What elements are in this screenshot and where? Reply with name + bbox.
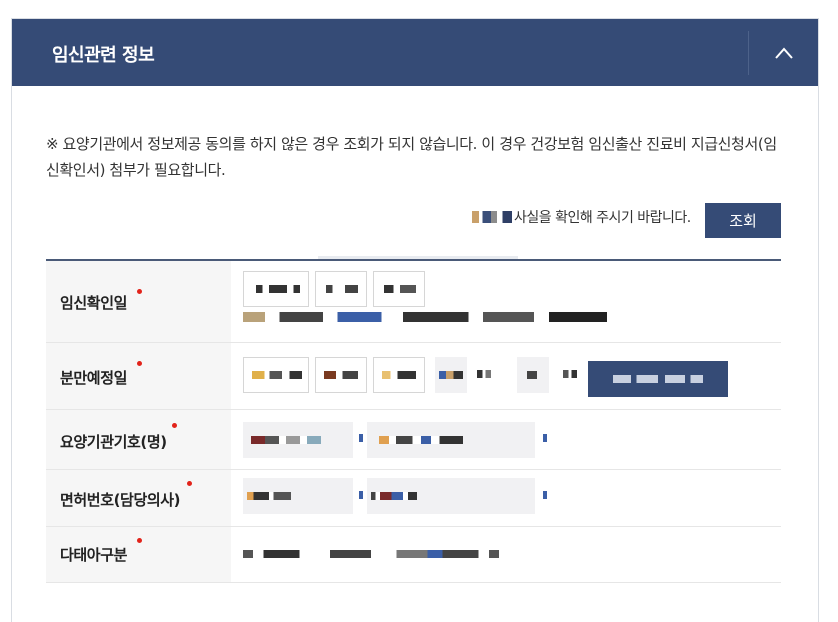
row-label: 다태아구분: [60, 546, 128, 564]
row-label: 분만예정일: [60, 369, 128, 387]
row-label: 임신확인일: [60, 294, 128, 312]
row-label: 요양기관기호(명): [60, 433, 167, 451]
redacted-radio-options[interactable]: [243, 550, 499, 558]
weeks-field[interactable]: [435, 357, 467, 393]
row-fields: [231, 410, 781, 469]
row-due-date: 분만예정일: [46, 343, 781, 409]
day-field[interactable]: [373, 271, 425, 307]
row-label-cell: 임신확인일: [46, 261, 231, 342]
row-label-cell: 다태아구분: [46, 527, 231, 582]
row-label: 면허번호(담당의사): [60, 491, 181, 509]
license-number-field[interactable]: [243, 478, 353, 514]
row-institution-code: 요양기관기호(명): [46, 410, 781, 469]
redacted-note: [243, 312, 607, 322]
confirm-text: 사실을 확인해 주시기 바랍니다.: [514, 210, 691, 226]
days-unit: [563, 370, 577, 378]
redacted-button-label: [613, 375, 703, 383]
day-field[interactable]: [373, 357, 425, 393]
separator-mark: [359, 434, 363, 442]
year-field[interactable]: [243, 271, 309, 307]
required-mark: [137, 538, 142, 543]
panel-title: 임신관련 정보: [52, 45, 155, 66]
month-field[interactable]: [315, 357, 367, 393]
month-field[interactable]: [315, 271, 367, 307]
redacted-text: [472, 211, 512, 223]
row-fields: [231, 527, 781, 582]
confirm-notice: 사실을 확인해 주시기 바랍니다.: [472, 207, 691, 227]
lookup-mark: [543, 434, 547, 442]
row-fields: [231, 343, 781, 409]
required-mark: [187, 481, 192, 486]
weeks-unit: [477, 370, 491, 378]
calculate-due-date-button[interactable]: [588, 361, 728, 397]
row-pregnancy-confirm-date: 임신확인일: [46, 261, 781, 342]
required-mark: [137, 289, 142, 294]
notice-text: ※ 요양기관에서 정보제공 동의를 하지 않은 경우 조회가 되지 않습니다. …: [46, 135, 777, 179]
chevron-up-icon: [774, 46, 793, 59]
separator-mark: [359, 491, 363, 499]
days-field[interactable]: [517, 357, 549, 393]
collapse-button[interactable]: [749, 19, 818, 86]
row-divider: [46, 582, 781, 583]
required-mark: [137, 361, 142, 366]
institution-name-field[interactable]: [367, 422, 535, 458]
row-fields: [231, 261, 781, 342]
row-label-cell: 요양기관기호(명): [46, 410, 231, 469]
search-button[interactable]: 조회: [705, 203, 781, 238]
panel-header: 임신관련 정보: [12, 19, 818, 86]
required-mark: [172, 423, 177, 428]
row-multiple-birth: 다태아구분: [46, 527, 781, 582]
lookup-mark: [543, 491, 547, 499]
row-fields: [231, 470, 781, 526]
doctor-name-field[interactable]: [367, 478, 535, 514]
year-field[interactable]: [243, 357, 309, 393]
row-label-cell: 면허번호(담당의사): [46, 470, 231, 526]
institution-code-field[interactable]: [243, 422, 353, 458]
row-license-number: 면허번호(담당의사): [46, 470, 781, 526]
row-label-cell: 분만예정일: [46, 343, 231, 409]
